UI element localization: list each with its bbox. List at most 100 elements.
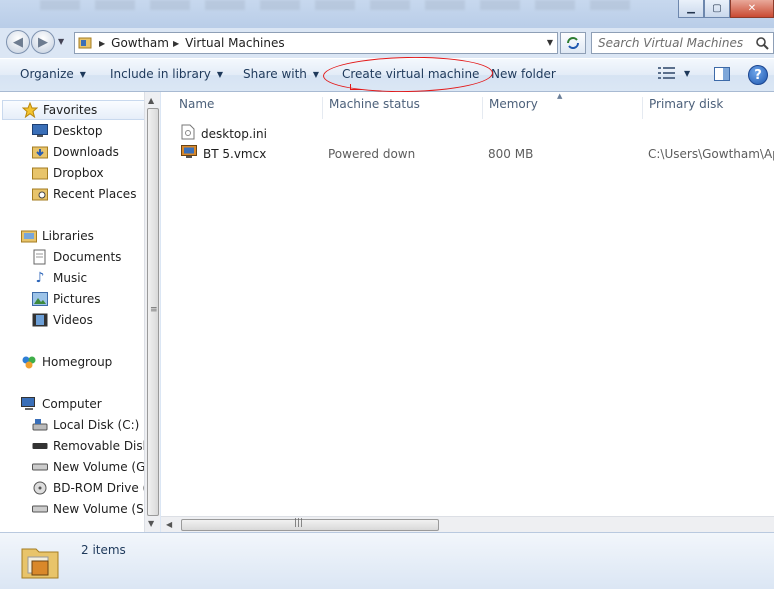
refresh-button[interactable] xyxy=(560,32,586,54)
table-row[interactable]: desktop.ini xyxy=(161,123,774,143)
file-name: desktop.ini xyxy=(201,126,267,141)
back-arrow-icon: ◀ xyxy=(13,34,23,50)
details-pane: 2 items xyxy=(0,532,774,589)
column-header-name[interactable]: Name xyxy=(173,97,214,119)
navigation-pane: Favorites Desktop Downloads Dropbox Rece… xyxy=(0,92,160,532)
scroll-down-icon[interactable]: ▼ xyxy=(148,519,154,528)
chevron-down-icon: ▼ xyxy=(312,69,320,79)
chevron-down-icon: ▼ xyxy=(684,68,691,78)
column-header-memory[interactable]: Memory xyxy=(482,97,538,119)
nav-libraries[interactable]: Libraries xyxy=(20,226,163,246)
desktop-icon xyxy=(31,123,49,139)
primary-disk-cell: C:\Users\Gowtham\App xyxy=(648,147,774,161)
file-name-cell: BT 5.vmcx xyxy=(181,145,266,162)
memory-cell: 800 MB xyxy=(488,147,534,161)
search-icon[interactable] xyxy=(755,36,769,53)
nav-documents-label: Documents xyxy=(53,250,122,264)
grip-icon: ≡ xyxy=(150,305,158,315)
nav-favorites-label: Favorites xyxy=(43,103,98,117)
search-box[interactable] xyxy=(591,32,774,54)
breadcrumb-gowtham[interactable]: Gowtham xyxy=(111,36,169,50)
table-row[interactable]: BT 5.vmcx Powered down 800 MB C:\Users\G… xyxy=(161,144,774,164)
forward-arrow-icon: ▶ xyxy=(38,34,48,50)
column-header-primary-disk[interactable]: Primary disk xyxy=(642,97,723,119)
music-icon: ♪ xyxy=(35,270,45,286)
computer-icon xyxy=(20,396,38,412)
videos-icon xyxy=(31,312,49,328)
horizontal-scrollbar[interactable]: ◀ ||| xyxy=(161,516,774,532)
star-icon xyxy=(21,102,39,118)
dropbox-folder-icon xyxy=(31,165,49,181)
preview-pane-icon xyxy=(714,67,730,81)
bd-rom-icon xyxy=(31,480,49,496)
organize-label: Organize xyxy=(20,67,74,81)
nav-removable-disk-label: Removable Disk ( xyxy=(53,439,159,453)
nav-music-label: Music xyxy=(53,271,88,285)
drive-icon xyxy=(31,501,49,517)
include-in-library-button[interactable]: Include in library ▼ xyxy=(110,67,223,81)
close-button[interactable]: ✕ xyxy=(730,0,774,18)
breadcrumb-separator-icon[interactable]: ▶ xyxy=(99,39,105,48)
nav-local-disk-label: Local Disk (C:) xyxy=(53,418,140,432)
share-with-label: Share with xyxy=(243,67,307,81)
breadcrumb-virtual-machines[interactable]: Virtual Machines xyxy=(185,36,285,50)
libraries-icon xyxy=(20,228,38,244)
nav-downloads-label: Downloads xyxy=(53,145,119,159)
include-in-library-label: Include in library xyxy=(110,67,211,81)
organize-button[interactable]: Organize ▼ xyxy=(20,67,86,81)
red-annotation-mark xyxy=(350,84,362,90)
machine-status-cell: Powered down xyxy=(328,147,416,161)
chevron-down-icon: ▼ xyxy=(79,69,86,79)
maximize-button[interactable]: ▢ xyxy=(704,0,730,18)
removable-disk-icon xyxy=(31,438,49,454)
virtual-machine-icon xyxy=(181,145,197,162)
file-name: BT 5.vmcx xyxy=(203,146,267,161)
back-button[interactable]: ◀ xyxy=(6,30,30,54)
sort-ascending-icon: ▲ xyxy=(557,92,563,100)
preview-pane-button[interactable] xyxy=(714,67,730,84)
grip-icon: ||| xyxy=(294,518,304,528)
navigation-scrollbar-thumb[interactable]: ≡ xyxy=(147,108,159,516)
file-list: ▲ Name Machine status Memory Primary dis… xyxy=(161,92,774,532)
homegroup-icon xyxy=(20,354,38,370)
close-icon: ✕ xyxy=(747,3,757,14)
new-folder-button[interactable]: New folder xyxy=(491,67,556,81)
address-dropdown-icon[interactable]: ▼ xyxy=(547,38,553,47)
nav-bd-rom-label: BD-ROM Drive (J: xyxy=(53,481,155,495)
new-folder-label: New folder xyxy=(491,67,556,81)
help-icon: ? xyxy=(754,67,762,83)
nav-computer[interactable]: Computer xyxy=(20,394,163,414)
drive-icon xyxy=(31,459,49,475)
address-bar[interactable]: ▶ Gowtham ▶ Virtual Machines ▼ xyxy=(74,32,558,54)
file-name-cell: desktop.ini xyxy=(181,124,267,143)
nav-pictures-label: Pictures xyxy=(53,292,101,306)
nav-libraries-label: Libraries xyxy=(42,229,94,243)
nav-homegroup-label: Homegroup xyxy=(42,355,113,369)
folder-icon xyxy=(20,541,60,584)
recent-pages-dropdown[interactable]: ▼ xyxy=(58,37,64,46)
breadcrumb-separator-icon[interactable]: ▶ xyxy=(173,39,179,48)
share-with-button[interactable]: Share with ▼ xyxy=(243,67,319,81)
scroll-up-icon[interactable]: ▲ xyxy=(148,96,154,105)
nav-dropbox-label: Dropbox xyxy=(53,166,104,180)
view-options-icon xyxy=(658,67,675,79)
recent-places-icon xyxy=(31,186,49,202)
chevron-down-icon: ▼ xyxy=(216,69,224,79)
nav-favorites[interactable]: Favorites xyxy=(2,100,145,120)
minimize-button[interactable]: ▁ xyxy=(678,0,704,18)
nav-homegroup[interactable]: Homegroup xyxy=(20,352,163,372)
column-headers: ▲ Name Machine status Memory Primary dis… xyxy=(161,92,774,119)
item-count: 2 items xyxy=(81,543,126,557)
minimize-icon: ▁ xyxy=(687,3,695,14)
maximize-icon: ▢ xyxy=(712,3,722,14)
column-header-machine-status[interactable]: Machine status xyxy=(322,97,420,119)
change-view-button[interactable]: ▼ xyxy=(658,67,690,79)
search-input[interactable] xyxy=(598,36,758,50)
nav-new-volume-s-label: New Volume (S:) xyxy=(53,502,153,516)
nav-new-volume-g-label: New Volume (G:) xyxy=(53,460,155,474)
navigation-scrollbar[interactable]: ▲ ≡ ▼ xyxy=(144,92,160,532)
help-button[interactable]: ? xyxy=(748,65,768,85)
forward-button[interactable]: ▶ xyxy=(31,30,55,54)
scroll-left-icon[interactable]: ◀ xyxy=(166,520,172,529)
horizontal-scrollbar-thumb[interactable]: ||| xyxy=(181,518,439,531)
